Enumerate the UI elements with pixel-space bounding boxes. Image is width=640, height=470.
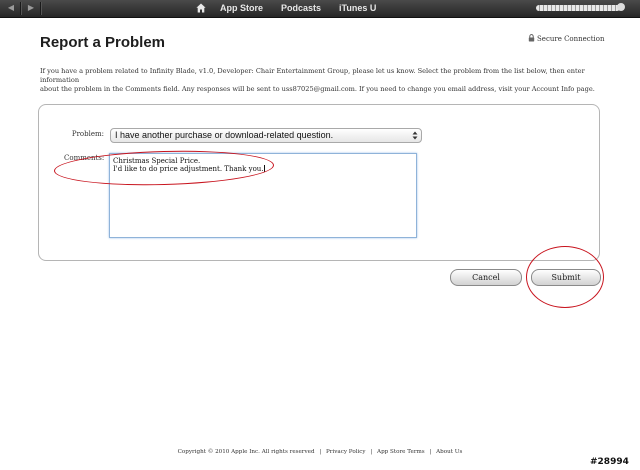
copyright-text: 2010 Apple Inc. All rights reserved [215,449,315,455]
account-name-redacted[interactable] [536,5,620,11]
page-title: Report a Problem [40,34,166,51]
comments-line-1: Christmas Special Price. [113,157,201,165]
tab-podcasts[interactable]: Podcasts [281,3,321,13]
forward-arrow-icon[interactable]: ▶ [24,2,38,14]
top-navigation-bar: ◀ ▶ App Store Podcasts iTunes U [0,0,640,18]
footer: Copyright © 2010 Apple Inc. All rights r… [0,449,640,455]
tab-app-store[interactable]: App Store [220,3,263,13]
intro-text: If you have a problem related to Infinit… [40,67,608,94]
secure-connection-indicator: Secure Connection [528,34,605,43]
intro-line-1: If you have a problem related to Infinit… [40,67,585,84]
problem-select[interactable]: I have another purchase or download-rela… [110,128,422,143]
nav-divider [20,2,22,15]
text-caret [263,165,265,172]
submit-button[interactable]: Submit [531,269,601,286]
copyright-symbol: © [207,449,214,455]
account-indicator [617,3,625,11]
app-store-terms-link[interactable]: App Store Terms [377,449,425,455]
problem-label: Problem: [71,130,104,138]
tab-itunes-u[interactable]: iTunes U [339,3,376,13]
footer-separator: | [370,449,373,455]
lock-icon [528,34,535,42]
comments-line-2-text: I'd like to do price adjustment. Thank y… [113,165,264,173]
about-us-link[interactable]: About Us [436,449,462,455]
back-arrow-icon[interactable]: ◀ [4,2,18,14]
nav-divider [40,2,42,15]
comments-line-2: I'd like to do price adjustment. Thank y… [113,165,265,173]
cancel-button[interactable]: Cancel [450,269,522,286]
privacy-policy-link[interactable]: Privacy Policy [326,449,366,455]
secure-connection-label: Secure Connection [537,35,605,43]
intro-line-2: about the problem in the Comments field.… [40,85,595,93]
footer-separator: | [429,449,432,455]
select-arrows-icon [412,131,418,140]
home-icon[interactable] [196,3,206,13]
comments-textarea[interactable]: Christmas Special Price. I'd like to do … [109,153,417,238]
footer-separator: | [319,449,322,455]
comments-label: Comments: [64,154,105,162]
image-watermark: #28994 [590,457,629,467]
problem-select-value: I have another purchase or download-rela… [115,130,334,140]
copyright-prefix: Copyright [177,449,206,455]
